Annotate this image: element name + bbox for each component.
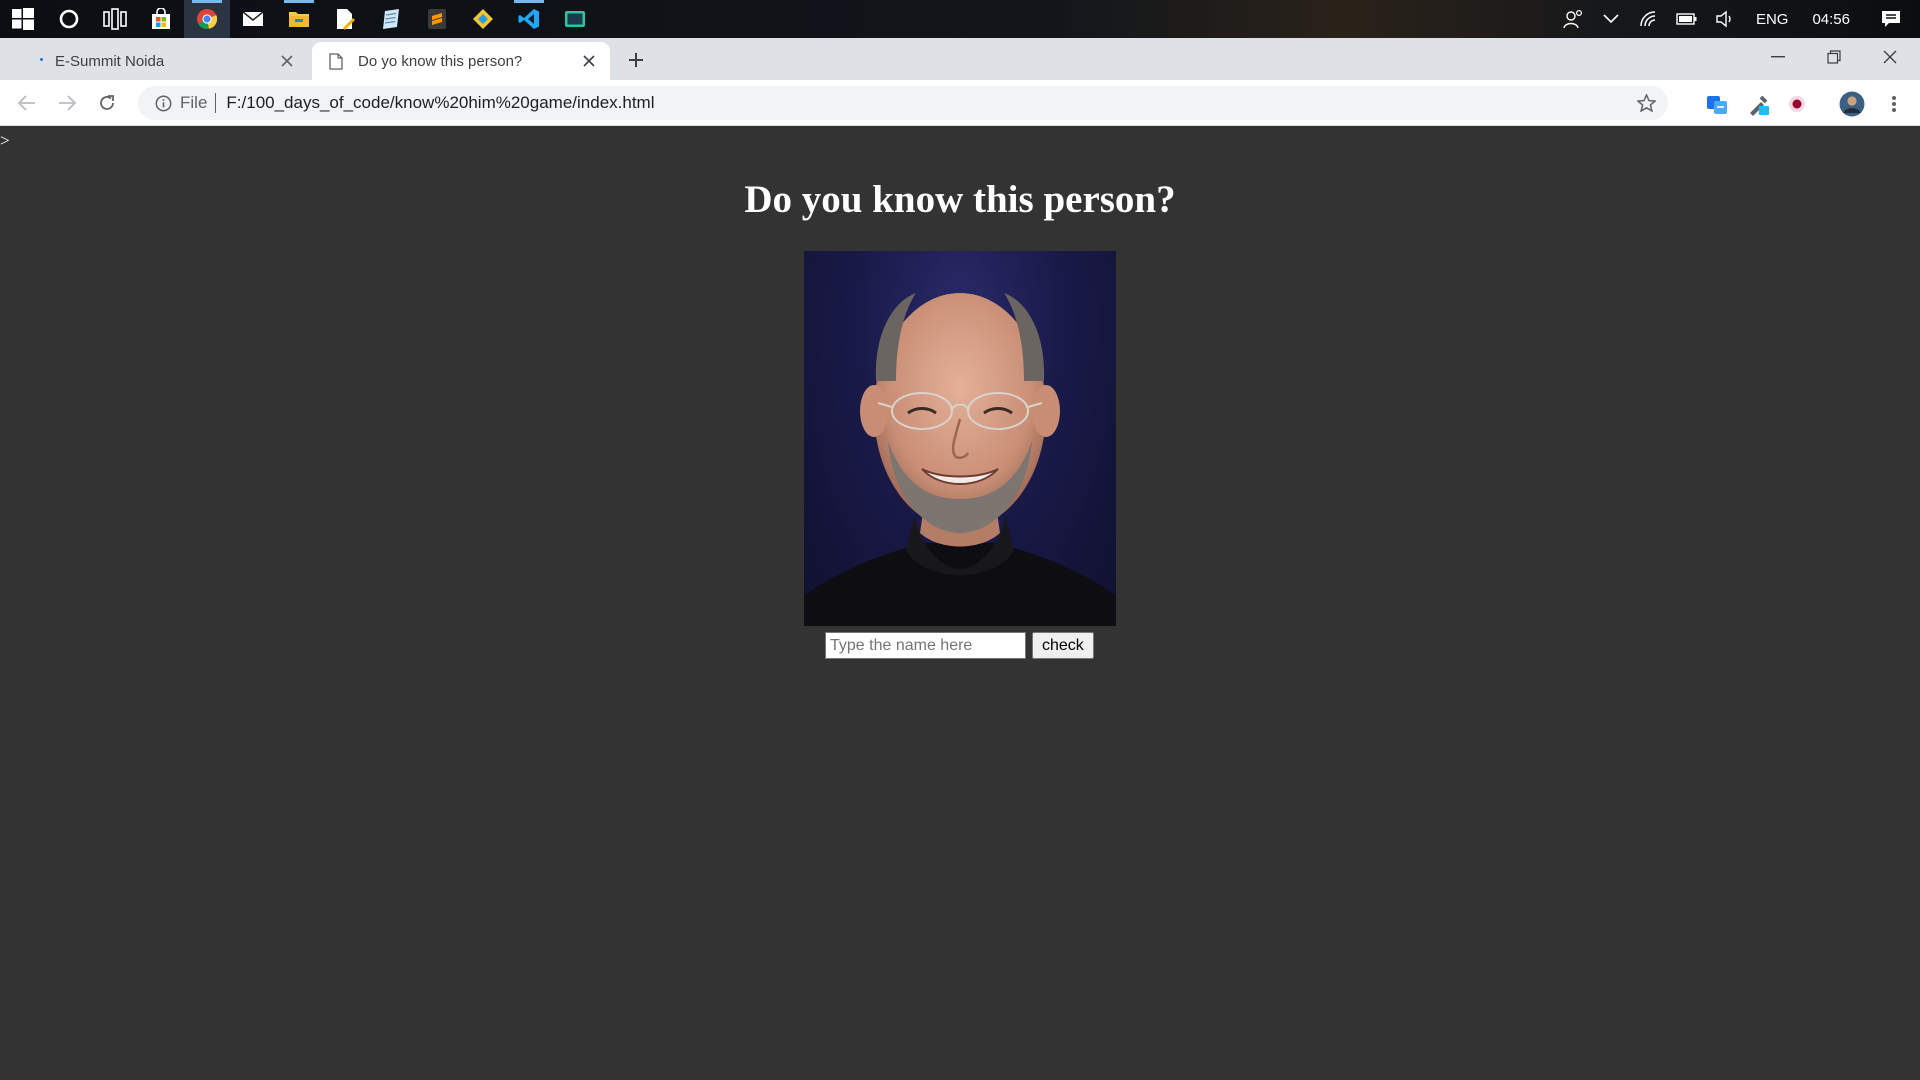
- windows-logo-icon: [12, 8, 34, 30]
- taskbar-file-explorer[interactable]: [276, 0, 322, 38]
- site-info-icon[interactable]: [146, 86, 180, 120]
- chrome-icon: [197, 9, 218, 30]
- windows-taskbar: ENG 04:56: [0, 0, 1920, 38]
- stray-text: >: [0, 131, 10, 150]
- taskbar-mail[interactable]: [230, 0, 276, 38]
- reload-icon[interactable]: [92, 88, 122, 118]
- windows-start-button[interactable]: [0, 0, 46, 38]
- cortana-search-button[interactable]: [46, 0, 92, 38]
- tab-title: E-Summit Noida: [55, 52, 165, 70]
- notepad-icon: [383, 9, 399, 29]
- tab-title: Do yo know this person?: [358, 52, 523, 70]
- taskbar-store[interactable]: [138, 0, 184, 38]
- folder-icon: [289, 12, 309, 27]
- battery-tray-icon[interactable]: [1668, 0, 1706, 38]
- task-view-button[interactable]: [92, 0, 138, 38]
- url-separator: [215, 93, 217, 113]
- color-picker-extension-icon[interactable]: [1745, 90, 1773, 118]
- volume-tray-icon[interactable]: [1706, 0, 1744, 38]
- bookmark-star-icon[interactable]: [1634, 91, 1658, 115]
- tab-do-you-know[interactable]: Do yo know this person?: [312, 42, 610, 80]
- page-content: > Do you know this person? Type the name…: [0, 127, 1920, 1080]
- taskbar-terminal-app[interactable]: [552, 0, 598, 38]
- record-extension-icon[interactable]: [1783, 90, 1811, 118]
- tab-close-icon[interactable]: [576, 48, 602, 74]
- mail-envelope-icon: [242, 11, 264, 26]
- tab-close-icon[interactable]: [274, 48, 300, 74]
- taskbar-notepad-app[interactable]: [368, 0, 414, 38]
- close-window-icon[interactable]: [1862, 38, 1918, 76]
- person-photo: [804, 251, 1116, 626]
- guess-form: check: [825, 632, 1094, 659]
- url-text[interactable]: F:/100_days_of_code/know%20him%20game/in…: [226, 93, 654, 113]
- browser-tab-strip: E-Summit Noida Do yo know this person?: [0, 38, 1920, 80]
- tab-e-summit-noida[interactable]: E-Summit Noida: [0, 42, 308, 80]
- input-language-indicator[interactable]: ENG: [1744, 11, 1801, 28]
- new-tab-plus-icon[interactable]: [622, 46, 650, 74]
- git-diamond-icon: [473, 9, 493, 29]
- store-bag-icon: [152, 8, 170, 29]
- taskbar-document-editor[interactable]: [322, 0, 368, 38]
- back-arrow-icon[interactable]: [12, 88, 42, 118]
- forward-arrow-icon[interactable]: [52, 88, 82, 118]
- page-document-icon: [326, 51, 346, 71]
- profile-avatar[interactable]: [1838, 90, 1866, 118]
- check-button[interactable]: check: [1032, 632, 1094, 659]
- cortana-circle-icon: [59, 9, 79, 29]
- people-tray-icon[interactable]: [1554, 0, 1592, 38]
- taskbar-chrome[interactable]: [184, 0, 230, 38]
- chrome-menu-icon[interactable]: [1880, 90, 1908, 118]
- address-bar[interactable]: File F:/100_days_of_code/know%20him%20ga…: [138, 86, 1668, 120]
- document-pen-icon: [337, 9, 355, 30]
- taskbar-git-tool[interactable]: [460, 0, 506, 38]
- taskbar-vs-code[interactable]: [506, 0, 552, 38]
- page-heading: Do you know this person?: [744, 178, 1176, 221]
- action-center-icon[interactable]: [1862, 0, 1920, 38]
- browser-toolbar: File F:/100_days_of_code/know%20him%20ga…: [0, 80, 1920, 126]
- tab-loading-dot-icon: [40, 58, 43, 61]
- restore-window-icon[interactable]: [1806, 38, 1862, 76]
- url-scheme-label: File: [180, 93, 208, 112]
- translate-extension-icon[interactable]: [1703, 90, 1731, 118]
- taskbar-sublime-text[interactable]: [414, 0, 460, 38]
- show-hidden-icons-chevron-icon[interactable]: [1592, 0, 1630, 38]
- name-input[interactable]: [825, 632, 1026, 659]
- clock-time[interactable]: 04:56: [1800, 11, 1862, 28]
- minimize-window-icon[interactable]: [1750, 38, 1806, 76]
- task-view-icon: [103, 8, 127, 30]
- terminal-screen-icon: [565, 11, 585, 27]
- wifi-tray-icon[interactable]: [1630, 0, 1668, 38]
- sublime-text-icon: [428, 9, 446, 29]
- vs-code-icon: [518, 9, 539, 29]
